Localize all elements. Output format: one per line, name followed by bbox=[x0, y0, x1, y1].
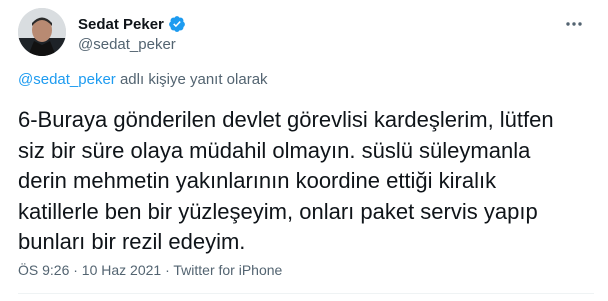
divider bbox=[18, 293, 594, 294]
tweet-text-line: siz bir süre olaya müdahil olmayın. süsl… bbox=[18, 137, 531, 163]
reply-suffix: adlı kişiye yanıt olarak bbox=[115, 71, 268, 88]
reply-mention-link[interactable]: @sedat_peker bbox=[18, 71, 116, 88]
author-handle[interactable]: @sedat_peker bbox=[78, 36, 186, 53]
tweet-text: 6-Buraya gönderilen devlet görevlisi kar… bbox=[18, 105, 593, 258]
tweet-timestamp[interactable]: ÖS 9:26 · 10 Haz 2021 · Twitter for iPho… bbox=[18, 262, 282, 278]
verified-badge-icon bbox=[168, 15, 186, 33]
tweet-text-line: derin mehmetin yakınlarının koordine ett… bbox=[18, 168, 497, 193]
more-options-icon[interactable] bbox=[562, 12, 586, 36]
tweet-text-line: katillerle ben bir yüzleşeyim, onları pa… bbox=[18, 198, 538, 224]
avatar[interactable] bbox=[18, 8, 66, 56]
replying-to: @sedat_peker adlı kişiye yanıt olarak bbox=[18, 71, 268, 88]
tweet-header: Sedat Peker @sedat_peker bbox=[18, 8, 594, 58]
tweet-text-line: bunları bir rezil edeyim. bbox=[18, 229, 246, 254]
tweet-text-line: 6-Buraya gönderilen devlet görevlisi kar… bbox=[18, 107, 554, 132]
author-name[interactable]: Sedat Peker bbox=[78, 16, 164, 33]
